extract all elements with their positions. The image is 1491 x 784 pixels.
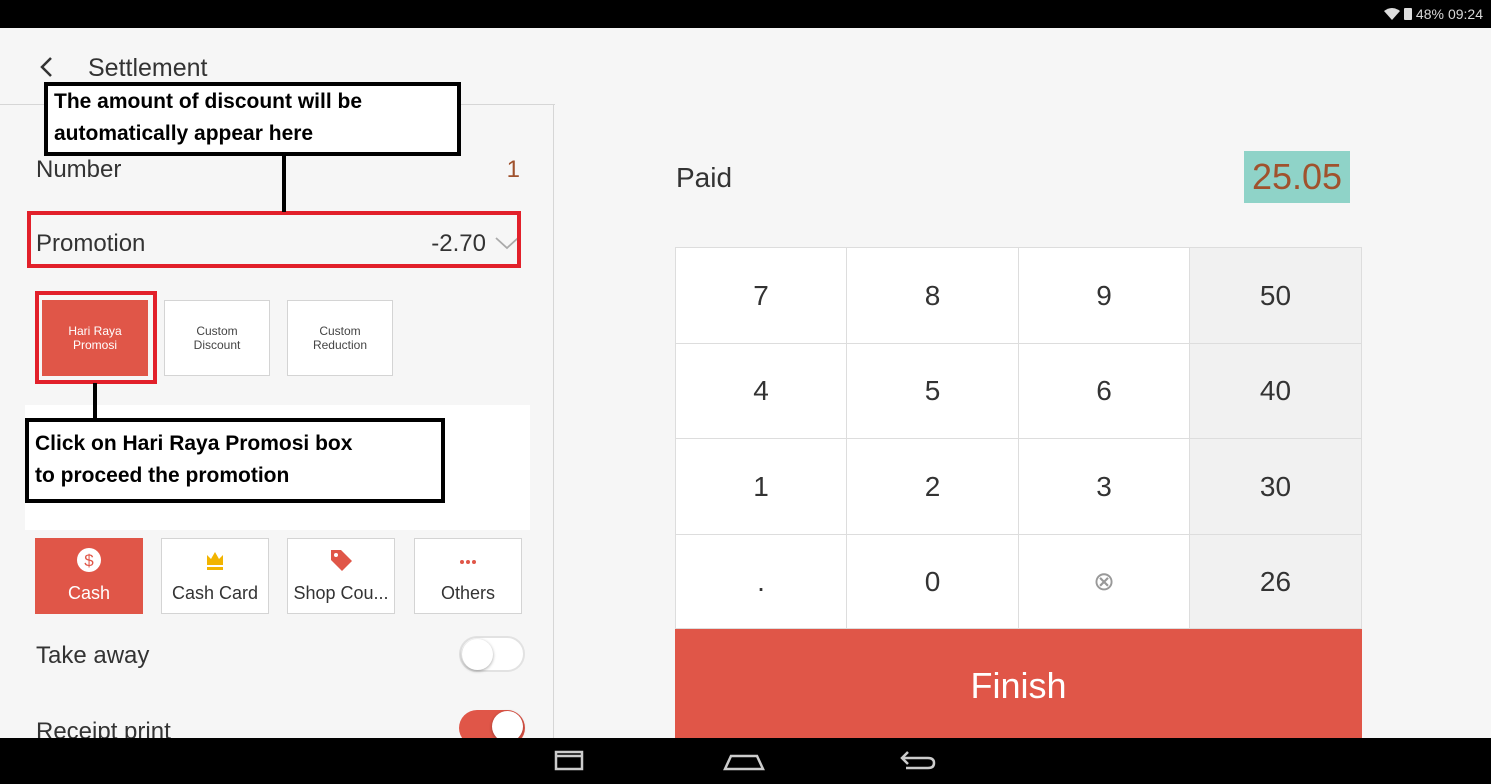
- key-decimal[interactable]: .: [676, 535, 847, 629]
- backspace-icon[interactable]: ⊗: [1019, 535, 1190, 629]
- callout-top-connector: [282, 156, 286, 212]
- crown-icon: [207, 552, 223, 570]
- promo-button-highlight-box: [35, 291, 157, 384]
- back-icon[interactable]: [36, 52, 56, 82]
- key-3[interactable]: 3: [1019, 439, 1190, 535]
- tag-icon: [331, 550, 352, 571]
- system-nav-bar: [0, 738, 1491, 784]
- payment-shop-coupon-label: Shop Cou...: [293, 583, 389, 603]
- clock: 09:24: [1447, 6, 1483, 22]
- recents-icon[interactable]: [552, 748, 586, 774]
- callout-top: The amount of discount will be automatic…: [44, 82, 461, 156]
- key-9[interactable]: 9: [1019, 248, 1190, 344]
- payment-shop-coupon-button[interactable]: Shop Cou...: [287, 538, 395, 614]
- payment-others-button[interactable]: Others: [414, 538, 522, 614]
- more-icon: [460, 560, 476, 564]
- key-6[interactable]: 6: [1019, 344, 1190, 439]
- key-quick-30[interactable]: 30: [1190, 439, 1362, 535]
- key-quick-50[interactable]: 50: [1190, 248, 1362, 344]
- battery-level: 48%: [1415, 6, 1444, 22]
- key-4[interactable]: 4: [676, 344, 847, 439]
- status-bar: 48% 09:24: [0, 0, 1491, 28]
- payment-cash-card-button[interactable]: Cash Card: [161, 538, 269, 614]
- key-1[interactable]: 1: [676, 439, 847, 535]
- dollar-icon: $: [77, 548, 101, 572]
- number-label: Number: [36, 156, 122, 183]
- callout-bottom-connector: [93, 383, 97, 419]
- finish-button[interactable]: Finish: [675, 629, 1362, 738]
- payment-others-label: Others: [440, 583, 496, 603]
- paid-label: Paid: [676, 162, 733, 193]
- pane-divider: [553, 104, 554, 738]
- key-quick-40[interactable]: 40: [1190, 344, 1362, 439]
- key-8[interactable]: 8: [847, 248, 1019, 344]
- promo-custom-reduction-label: Custom Reduction: [312, 323, 368, 352]
- take-away-row: Take away: [36, 642, 520, 670]
- page-title: Settlement: [88, 54, 208, 82]
- key-0[interactable]: 0: [847, 535, 1019, 629]
- promo-custom-discount-button[interactable]: Custom Discount: [164, 300, 270, 376]
- key-7[interactable]: 7: [676, 248, 847, 344]
- paid-amount[interactable]: 25.05: [1244, 151, 1350, 203]
- payment-cash-label: Cash: [67, 583, 111, 603]
- promo-custom-reduction-button[interactable]: Custom Reduction: [287, 300, 393, 376]
- callout-bottom: Click on Hari Raya Promosi box to procee…: [25, 418, 445, 503]
- callout-bottom-line-2: to proceed the promotion: [35, 464, 290, 487]
- home-icon[interactable]: [722, 748, 766, 774]
- key-quick-26[interactable]: 26: [1190, 535, 1362, 629]
- callout-top-line-1: The amount of discount will be: [54, 90, 362, 113]
- payment-cash-button[interactable]: $ Cash: [35, 538, 143, 614]
- battery-icon: [1403, 8, 1412, 20]
- key-5[interactable]: 5: [847, 344, 1019, 439]
- promotion-highlight-box: [27, 211, 521, 268]
- svg-text:$: $: [84, 551, 94, 570]
- promo-custom-discount-label: Custom Discount: [193, 323, 241, 352]
- callout-top-line-2: automatically appear here: [54, 122, 314, 145]
- take-away-toggle[interactable]: [459, 636, 525, 672]
- callout-bottom-line-1: Click on Hari Raya Promosi box: [35, 432, 353, 455]
- number-row: Number 1: [36, 156, 520, 184]
- key-2[interactable]: 2: [847, 439, 1019, 535]
- back-nav-icon[interactable]: [898, 748, 938, 774]
- number-value: 1: [506, 156, 520, 183]
- keypad: 7 8 9 50 4 5 6 40 1 2 3 30 . 0 ⊗ 26: [675, 247, 1362, 629]
- wifi-icon: [1383, 8, 1400, 20]
- take-away-label: Take away: [36, 642, 150, 669]
- toggle-knob: [462, 639, 493, 670]
- payment-cash-card-label: Cash Card: [171, 583, 259, 603]
